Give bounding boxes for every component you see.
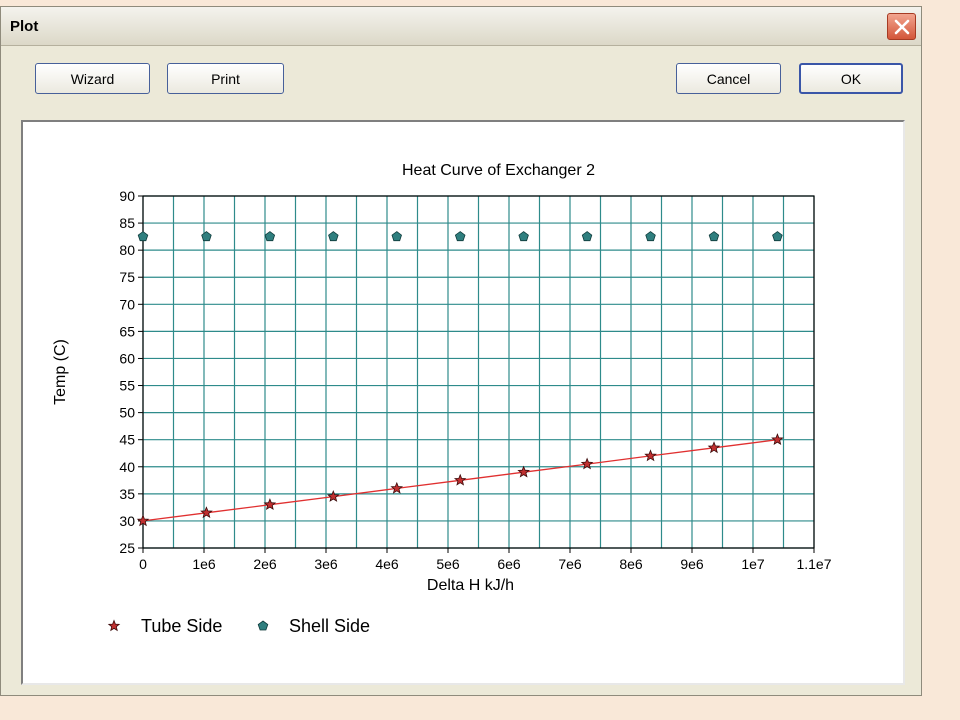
plot-dialog: Plot Wizard Print Cancel OK 25 30 35 40 45 50… xyxy=(0,6,922,696)
x-tick-label: 1e6 xyxy=(192,556,216,572)
print-button[interactable]: Print xyxy=(167,63,284,94)
title-bar[interactable]: Plot xyxy=(1,7,921,46)
x-tick-label: 1.1e7 xyxy=(796,556,831,572)
y-tick-label: 85 xyxy=(119,215,135,231)
y-tick-label: 40 xyxy=(119,459,135,475)
legend-shell-side-label: Shell Side xyxy=(289,616,370,636)
x-axis-label: Delta H kJ/h xyxy=(427,577,514,594)
y-tick-label: 30 xyxy=(119,513,135,529)
y-axis-label: Temp (C) xyxy=(52,339,69,405)
y-tick-label: 70 xyxy=(119,296,135,312)
x-tick-label: 6e6 xyxy=(497,556,521,572)
heat-curve-chart: 25 30 35 40 45 50 55 60 65 70 75 80 85 90 0 1e6 2e6 3e6 4e… xyxy=(52,162,832,636)
x-tick-label: 9e6 xyxy=(680,556,704,572)
close-icon xyxy=(894,19,910,35)
x-tick-label: 7e6 xyxy=(558,556,582,572)
y-tick-label: 45 xyxy=(119,432,135,448)
x-tick-label: 8e6 xyxy=(619,556,643,572)
close-button[interactable] xyxy=(887,13,916,40)
y-tick-label: 80 xyxy=(119,242,135,258)
y-tick-label: 75 xyxy=(119,269,135,285)
x-tick-label: 1e7 xyxy=(741,556,765,572)
y-tick-label: 90 xyxy=(119,188,135,204)
cancel-button[interactable]: Cancel xyxy=(676,63,781,94)
legend-tube-side-marker xyxy=(107,619,121,632)
y-tick-label: 55 xyxy=(119,378,135,394)
y-tick-label: 35 xyxy=(119,486,135,502)
y-tick-label: 65 xyxy=(119,323,135,339)
wizard-button[interactable]: Wizard xyxy=(35,63,150,94)
x-tick-label: 3e6 xyxy=(314,556,338,572)
ok-button[interactable]: OK xyxy=(799,63,903,94)
legend-shell-side-marker xyxy=(257,620,269,631)
y-tick-label: 50 xyxy=(119,405,135,421)
x-tick-label: 2e6 xyxy=(253,556,277,572)
x-tick-label: 4e6 xyxy=(375,556,399,572)
legend-tube-side-label: Tube Side xyxy=(141,616,222,636)
y-tick-label: 25 xyxy=(119,540,135,556)
window-title: Plot xyxy=(10,18,39,35)
x-tick-label: 0 xyxy=(139,556,147,572)
y-tick-label: 60 xyxy=(119,350,135,366)
chart-title: Heat Curve of Exchanger 2 xyxy=(402,162,595,179)
plot-area: 25 30 35 40 45 50 55 60 65 70 75 80 85 90 0 1e6 2e6 3e6 4e… xyxy=(21,120,905,685)
x-tick-label: 5e6 xyxy=(436,556,460,572)
